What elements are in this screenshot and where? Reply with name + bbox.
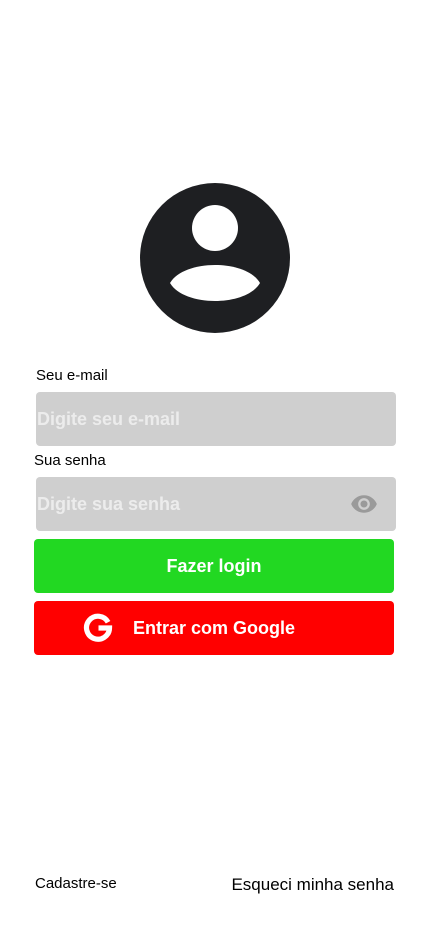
password-field-container xyxy=(36,477,396,531)
password-label: Sua senha xyxy=(34,452,106,469)
google-icon xyxy=(82,612,114,644)
forgot-password-link[interactable]: Esqueci minha senha xyxy=(231,875,394,895)
avatar-icon xyxy=(140,183,290,333)
password-field[interactable] xyxy=(36,477,396,531)
login-button-label: Fazer login xyxy=(166,556,262,576)
login-button[interactable]: Fazer login xyxy=(34,539,394,593)
email-field-container xyxy=(36,392,396,446)
signup-link[interactable]: Cadastre-se xyxy=(35,875,117,893)
google-login-button[interactable]: Entrar com Google xyxy=(34,601,394,655)
google-login-label: Entrar com Google xyxy=(133,618,296,638)
email-label: Seu e-mail xyxy=(36,367,108,384)
eye-icon[interactable] xyxy=(350,490,378,518)
email-field[interactable] xyxy=(36,392,396,446)
